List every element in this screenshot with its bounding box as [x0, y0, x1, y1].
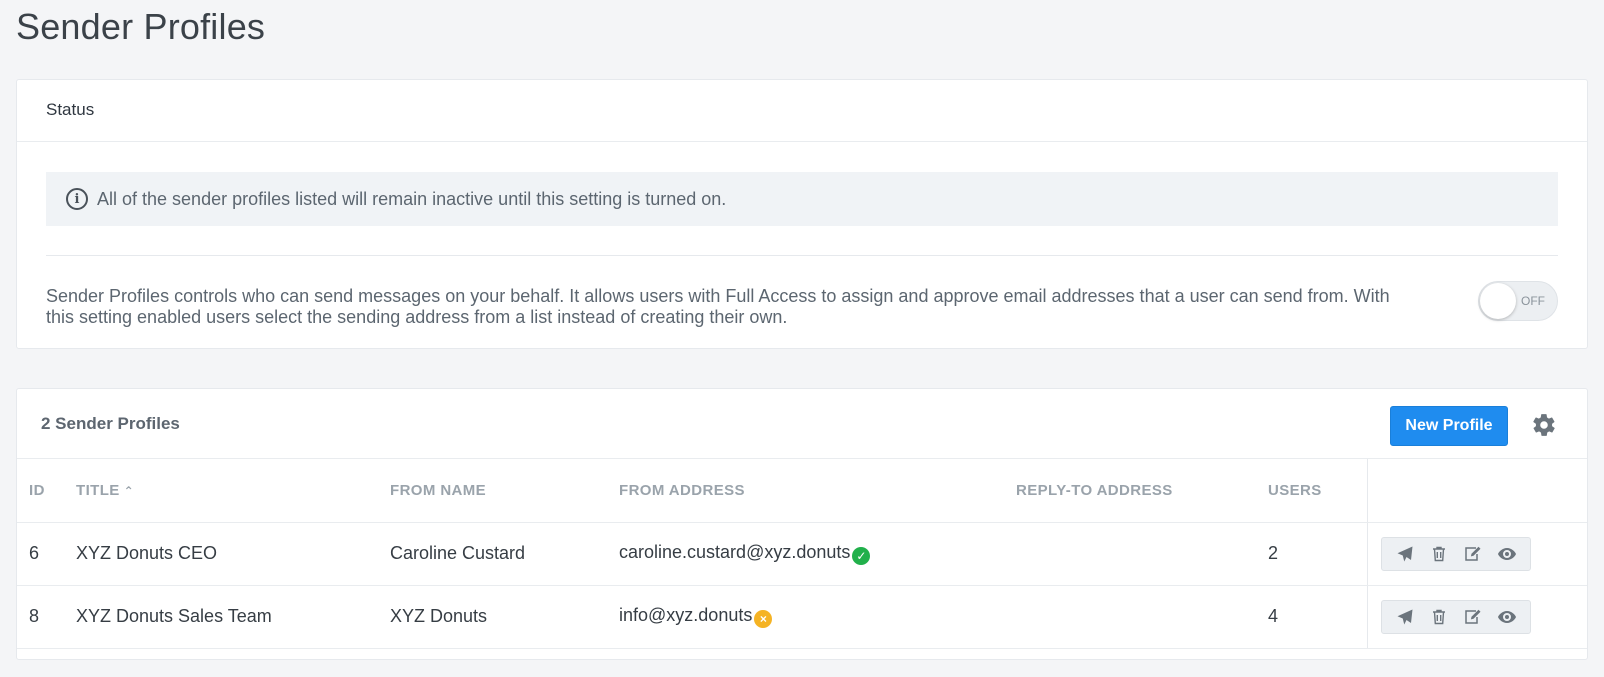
eye-icon[interactable] — [1490, 601, 1524, 633]
new-profile-button[interactable]: New Profile — [1390, 406, 1508, 446]
verified-check-icon: ✓ — [852, 547, 871, 565]
cell-actions — [1366, 585, 1587, 649]
column-header-from-name[interactable]: FROM NAME — [390, 459, 619, 523]
from-address-text: info@xyz.donuts — [619, 605, 753, 625]
eye-icon[interactable] — [1490, 538, 1524, 570]
status-card-header: Status — [17, 80, 1587, 142]
divider — [46, 255, 1558, 256]
profiles-card: 2 Sender Profiles New Profile ID TITLE ⌃ … — [16, 388, 1588, 660]
profiles-card-header: 2 Sender Profiles New Profile — [17, 389, 1587, 459]
cell-actions — [1366, 522, 1587, 586]
cell-id: 8 — [17, 585, 76, 649]
edit-icon[interactable] — [1456, 538, 1490, 570]
cell-users: 4 — [1268, 585, 1367, 649]
row-actions — [1380, 536, 1531, 571]
sender-profiles-toggle[interactable]: OFF — [1478, 281, 1558, 321]
cell-from-address: info@xyz.donuts × — [619, 585, 1016, 649]
trash-icon[interactable] — [1422, 601, 1456, 633]
profiles-table: ID TITLE ⌃ FROM NAME FROM ADDRESS REPLY-T… — [17, 459, 1587, 649]
column-header-actions — [1366, 459, 1587, 523]
column-header-users[interactable]: USERS — [1268, 459, 1367, 523]
column-header-reply-to[interactable]: REPLY-TO ADDRESS — [1016, 459, 1268, 523]
cell-from-name: Caroline Custard — [390, 522, 619, 586]
cell-users: 2 — [1268, 522, 1367, 586]
toggle-knob — [1480, 283, 1516, 319]
toggle-state-label: OFF — [1521, 294, 1545, 308]
cell-from-name: XYZ Donuts — [390, 585, 619, 649]
cell-from-address: caroline.custard@xyz.donuts ✓ — [619, 522, 1016, 586]
unverified-x-icon: × — [754, 610, 773, 628]
column-header-from-address[interactable]: FROM ADDRESS — [619, 459, 1016, 523]
edit-icon[interactable] — [1456, 601, 1490, 633]
column-header-title[interactable]: TITLE ⌃ — [76, 459, 390, 523]
send-icon[interactable] — [1388, 538, 1422, 570]
table-row[interactable]: 8 XYZ Donuts Sales Team XYZ Donuts info@… — [17, 585, 1587, 649]
table-header-row: ID TITLE ⌃ FROM NAME FROM ADDRESS REPLY-T… — [17, 459, 1587, 523]
page-title: Sender Profiles — [16, 6, 266, 47]
cell-title: XYZ Donuts CEO — [76, 522, 390, 586]
sort-ascending-icon: ⌃ — [123, 483, 135, 498]
cell-reply-to — [1016, 585, 1268, 649]
cell-id: 6 — [17, 522, 76, 586]
cell-title: XYZ Donuts Sales Team — [76, 585, 390, 649]
profiles-count: 2 Sender Profiles — [41, 414, 180, 433]
from-address-text: caroline.custard@xyz.donuts — [619, 542, 851, 562]
info-icon: i — [66, 188, 88, 210]
cell-reply-to — [1016, 522, 1268, 586]
table-row[interactable]: 6 XYZ Donuts CEO Caroline Custard caroli… — [17, 522, 1587, 586]
status-description: Sender Profiles controls who can send me… — [46, 286, 1390, 327]
info-notice: i All of the sender profiles listed will… — [46, 172, 1558, 226]
trash-icon[interactable] — [1422, 538, 1456, 570]
status-card: Status i All of the sender profiles list… — [16, 79, 1588, 349]
gear-icon[interactable] — [1531, 412, 1557, 438]
row-actions — [1380, 599, 1531, 634]
send-icon[interactable] — [1388, 601, 1422, 633]
info-notice-text: All of the sender profiles listed will r… — [97, 188, 727, 209]
column-header-id[interactable]: ID — [17, 459, 76, 523]
